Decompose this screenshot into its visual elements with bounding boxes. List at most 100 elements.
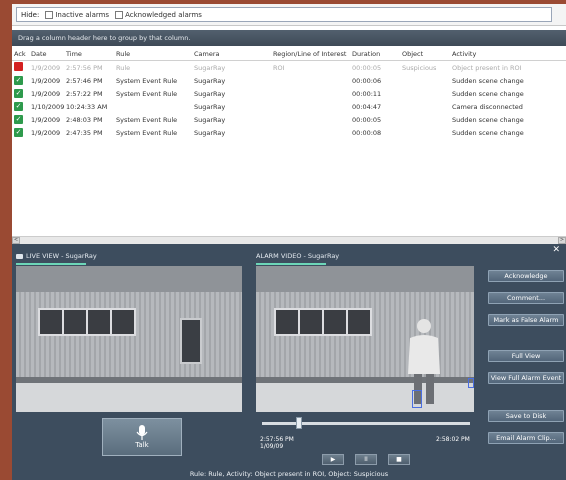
comment-button[interactable]: Comment... (488, 292, 564, 304)
cell-camera: SugarRay (194, 115, 226, 124)
playback-slider-track[interactable] (262, 422, 470, 425)
full-view-button[interactable]: Full View (488, 350, 564, 362)
building-window (38, 308, 136, 336)
acknowledged-check-icon[interactable]: ✓ (14, 89, 23, 98)
group-by-bar[interactable]: Drag a column header here to group by th… (12, 30, 566, 46)
cell-rule: Rule (116, 63, 131, 72)
scroll-right-icon[interactable]: > (558, 237, 566, 244)
grid-body: 1/9/2009 2:57:56 PM Rule SugarRay ROI 00:00:0… (12, 61, 566, 139)
table-row[interactable]: ✓ 1/9/2009 2:47:35 PM System Event Rule Suga… (12, 126, 566, 139)
alarm-video-title-bar: ALARM VIDEO - SugarRay (256, 250, 476, 265)
column-header-date[interactable]: Date (29, 50, 64, 58)
cell-camera: SugarRay (194, 102, 226, 111)
horizontal-scrollbar[interactable]: < > (12, 236, 566, 244)
cell-date: 1/9/2009 (31, 63, 61, 72)
cell-activity: Camera disconnected (452, 102, 523, 111)
close-icon[interactable]: ✕ (552, 246, 560, 255)
column-header-camera[interactable]: Camera (192, 50, 271, 58)
cell-duration: 00:00:11 (352, 89, 382, 98)
column-header-time[interactable]: Time (64, 50, 114, 58)
cell-date: 1/9/2009 (31, 76, 61, 85)
alarm-console-window: Hide: Inactive alarms Acknowledged alarm… (12, 4, 566, 480)
building-window (274, 308, 372, 336)
cell-date: 1/9/2009 (31, 128, 61, 137)
column-header-region[interactable]: Region/Line of Interest (271, 50, 350, 58)
cell-duration: 00:00:06 (352, 76, 382, 85)
cell-rule: System Event Rule (116, 128, 178, 137)
view-full-alarm-event-button[interactable]: View Full Alarm Event (488, 372, 564, 384)
camera-icon (16, 253, 23, 259)
talk-button[interactable]: Talk (102, 418, 182, 456)
cell-time: 2:57:22 PM (66, 89, 103, 98)
email-alarm-clip-button[interactable]: Email Alarm Clip... (488, 432, 564, 444)
acknowledged-check-icon[interactable]: ✓ (14, 128, 23, 137)
hide-filter-box: Hide: Inactive alarms Acknowledged alarm… (16, 7, 552, 22)
microphone-icon (136, 425, 148, 440)
mark-false-alarm-button[interactable]: Mark as False Alarm (488, 314, 564, 326)
table-row[interactable]: 1/9/2009 2:57:56 PM Rule SugarRay ROI 00:00:0… (12, 61, 566, 74)
save-to-disk-button[interactable]: Save to Disk (488, 410, 564, 422)
cell-camera: SugarRay (194, 89, 226, 98)
cell-activity: Sudden scene change (452, 89, 524, 98)
column-header-duration[interactable]: Duration (350, 50, 400, 58)
acknowledged-check-icon[interactable]: ✓ (14, 102, 23, 111)
column-header-ack[interactable]: Ack (12, 50, 29, 58)
play-button[interactable]: ▶ (322, 454, 344, 465)
cell-date: 1/10/2009 (31, 102, 64, 111)
alarm-start-date: 1/09/09 (260, 443, 284, 450)
acknowledged-alarms-checkbox[interactable]: Acknowledged alarms (115, 10, 202, 19)
unacknowledged-alarm-icon[interactable] (14, 62, 23, 71)
table-row[interactable]: ✓ 1/9/2009 2:57:22 PM System Event Rule Suga… (12, 87, 566, 100)
column-header-activity[interactable]: Activity (450, 50, 566, 58)
column-header-object[interactable]: Object (400, 50, 450, 58)
inactive-alarms-checkbox[interactable]: Inactive alarms (45, 10, 109, 19)
live-view-video[interactable] (16, 266, 242, 412)
acknowledge-button[interactable]: Acknowledge (488, 270, 564, 282)
alarm-end-time: 2:58:02 PM (436, 436, 470, 443)
table-row[interactable]: ✓ 1/10/2009 10:24:33 AM SugarRay 00:04:47 Cam… (12, 100, 566, 113)
cell-region: ROI (273, 63, 285, 72)
video-ground (16, 376, 242, 412)
stop-button[interactable]: ■ (388, 454, 410, 465)
checkbox-box[interactable] (115, 10, 124, 19)
cell-time: 2:47:35 PM (66, 128, 103, 137)
column-header-rule[interactable]: Rule (114, 50, 192, 58)
cell-duration: 00:00:05 (352, 63, 382, 72)
cell-date: 1/9/2009 (31, 89, 61, 98)
cell-ack[interactable]: ✓ (12, 76, 29, 85)
cell-ack[interactable]: ✓ (12, 128, 29, 137)
alarm-video-accent (256, 263, 326, 265)
cell-activity: Sudden scene change (452, 76, 524, 85)
detection-box (468, 378, 474, 388)
cell-camera: SugarRay (194, 76, 226, 85)
alarm-video[interactable] (256, 266, 474, 412)
alarm-start-time: 2:57:56 PM (260, 436, 294, 443)
cell-object: Suspicious (402, 63, 437, 72)
live-view-title-bar: LIVE VIEW - SugarRay (16, 250, 236, 265)
person-figure (408, 319, 440, 404)
acknowledged-alarms-label: Acknowledged alarms (125, 10, 202, 19)
playback-slider-thumb[interactable] (296, 417, 303, 429)
cell-duration: 00:00:05 (352, 115, 382, 124)
video-sky (16, 266, 242, 293)
cell-duration: 00:04:47 (352, 102, 382, 111)
cell-ack[interactable]: ✓ (12, 89, 29, 98)
table-row[interactable]: ✓ 1/9/2009 2:57:46 PM System Event Rule Suga… (12, 74, 566, 87)
cell-activity: Object present in ROI (452, 63, 522, 72)
detection-box (412, 390, 422, 408)
pause-button[interactable]: II (355, 454, 377, 465)
filter-toolbar: Hide: Inactive alarms Acknowledged alarm… (12, 4, 566, 26)
grid-header: Ack Date Time Rule Camera Region/Line of… (12, 48, 566, 61)
acknowledged-check-icon[interactable]: ✓ (14, 115, 23, 124)
scroll-left-icon[interactable]: < (12, 237, 20, 244)
cell-ack[interactable] (12, 62, 29, 73)
group-hint: Drag a column header here to group by th… (18, 34, 191, 42)
cell-camera: SugarRay (194, 63, 226, 72)
acknowledged-check-icon[interactable]: ✓ (14, 76, 23, 85)
cell-rule: System Event Rule (116, 115, 178, 124)
checkbox-box[interactable] (45, 10, 54, 19)
table-row[interactable]: ✓ 1/9/2009 2:48:03 PM System Event Rule Suga… (12, 113, 566, 126)
cell-time: 2:57:56 PM (66, 63, 103, 72)
cell-ack[interactable]: ✓ (12, 102, 29, 111)
cell-ack[interactable]: ✓ (12, 115, 29, 124)
